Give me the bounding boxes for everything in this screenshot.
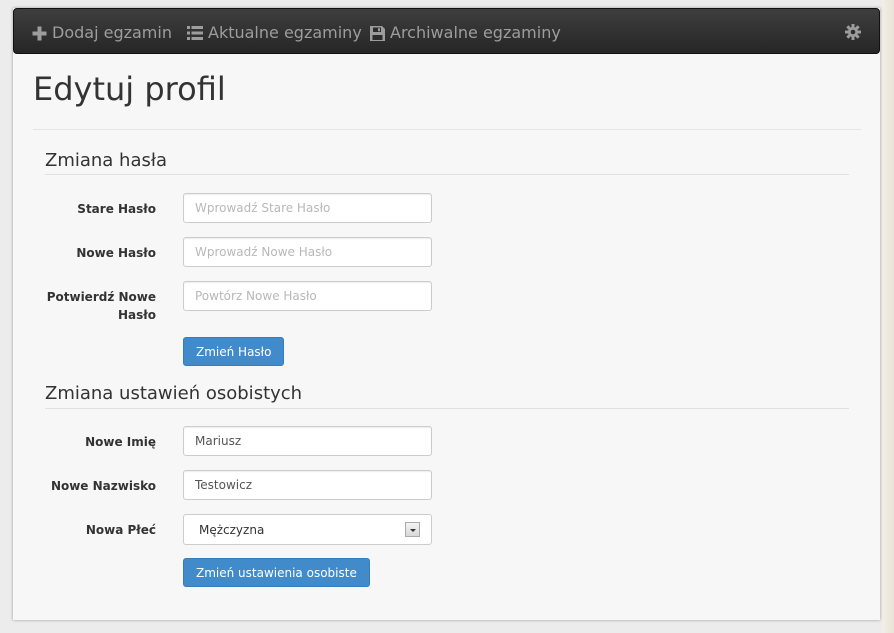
first-name-input[interactable] xyxy=(183,426,432,456)
new-password-input[interactable] xyxy=(183,237,432,267)
confirm-password-input[interactable] xyxy=(183,281,432,311)
title-divider xyxy=(33,129,861,130)
settings-button[interactable] xyxy=(845,24,861,45)
nav-add-exam-label: Dodaj egzamin xyxy=(52,23,172,42)
nav-archived-exams-label: Archiwalne egzaminy xyxy=(390,23,561,42)
chevron-down-icon[interactable] xyxy=(405,522,420,537)
gear-icon xyxy=(845,24,861,44)
main-panel: Dodaj egzamin Aktualne egzaminy Archiwal… xyxy=(13,8,880,620)
password-section-divider xyxy=(45,174,849,175)
confirm-password-label-line1: Potwierdź Nowe xyxy=(46,290,156,304)
personal-section-divider xyxy=(45,408,849,409)
first-name-label: Nowe Imię xyxy=(85,435,156,449)
background-edge xyxy=(882,0,894,633)
password-section-legend: Zmiana hasła xyxy=(45,150,168,171)
nav-current-exams-label: Aktualne egzaminy xyxy=(208,23,362,42)
save-icon xyxy=(370,25,385,41)
change-personal-settings-button[interactable]: Zmień ustawienia osobiste xyxy=(183,558,370,587)
gender-select-value: Mężczyzna xyxy=(199,523,265,537)
last-name-label: Nowe Nazwisko xyxy=(50,479,156,493)
old-password-label: Stare Hasło xyxy=(77,202,156,216)
top-navbar: Dodaj egzamin Aktualne egzaminy Archiwal… xyxy=(13,8,880,54)
page-title: Edytuj profil xyxy=(33,70,226,108)
confirm-password-label-line2: Hasło xyxy=(118,308,156,322)
last-name-input[interactable] xyxy=(183,470,432,500)
new-password-label: Nowe Hasło xyxy=(76,246,156,260)
old-password-input[interactable] xyxy=(183,193,432,223)
list-icon xyxy=(187,26,203,40)
nav-add-exam[interactable]: Dodaj egzamin xyxy=(32,23,172,43)
gender-select[interactable]: Mężczyzna xyxy=(183,514,432,545)
personal-section-legend: Zmiana ustawień osobistych xyxy=(45,383,303,404)
change-password-button[interactable]: Zmień Hasło xyxy=(183,337,285,366)
confirm-password-label: Potwierdź Nowe Hasło xyxy=(13,288,156,324)
gender-label: Nowa Płeć xyxy=(85,523,156,537)
nav-archived-exams[interactable]: Archiwalne egzaminy xyxy=(370,23,561,43)
nav-current-exams[interactable]: Aktualne egzaminy xyxy=(187,23,362,43)
plus-icon xyxy=(32,26,47,41)
